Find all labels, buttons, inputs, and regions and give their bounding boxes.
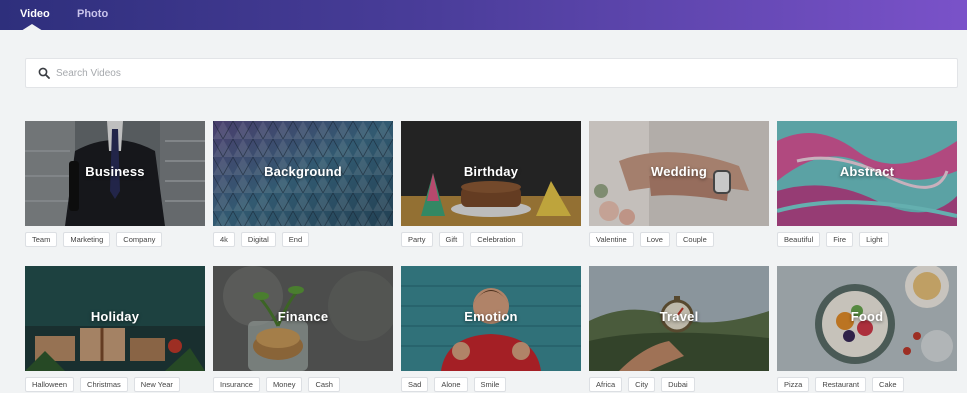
tag[interactable]: Party [401, 232, 433, 247]
category-image-emotion[interactable]: Emotion [401, 266, 581, 371]
category-title: Travel [659, 309, 699, 324]
category-card-holiday: Holiday Halloween Christmas New Year [25, 266, 205, 392]
category-card-finance: Finance Insurance Money Cash [213, 266, 393, 392]
tag-list: Beautiful Fire Light [777, 232, 890, 247]
category-title: Holiday [90, 309, 140, 324]
tag[interactable]: City [628, 377, 656, 392]
tag[interactable]: Couple [675, 232, 714, 247]
category-card-travel: Travel Africa City Dubai [589, 266, 769, 392]
tag[interactable]: Money [265, 377, 303, 392]
category-title: Emotion [464, 309, 518, 324]
top-navigation-bar: Video Photo [0, 0, 967, 31]
category-image-business[interactable]: Business [25, 121, 205, 226]
tag[interactable]: Fire [826, 232, 854, 247]
category-title: Abstract [839, 164, 895, 179]
tag[interactable]: Cash [308, 377, 340, 392]
search-bar [25, 58, 958, 88]
tag[interactable]: Cake [872, 377, 904, 392]
category-card-emotion: Emotion Sad Alone Smile [401, 266, 581, 392]
category-image-travel[interactable]: Travel [589, 266, 769, 371]
category-title: Food [850, 309, 884, 324]
tag[interactable]: Insurance [213, 377, 260, 392]
category-image-birthday[interactable]: Birthday [401, 121, 581, 226]
tag[interactable]: Light [859, 232, 890, 247]
tag[interactable]: End [281, 232, 310, 247]
category-image-background[interactable]: Background [213, 121, 393, 226]
tag[interactable]: Love [639, 232, 670, 247]
category-title: Finance [277, 309, 329, 324]
tag-list: Pizza Restaurant Cake [777, 377, 904, 392]
tag[interactable]: Smile [473, 377, 507, 392]
tag[interactable]: Digital [240, 232, 276, 247]
tag-list: Insurance Money Cash [213, 377, 340, 392]
category-card-business: Business Team Marketing Company [25, 121, 205, 247]
tag[interactable]: Pizza [777, 377, 810, 392]
tag-list: Africa City Dubai [589, 377, 695, 392]
category-image-holiday[interactable]: Holiday [25, 266, 205, 371]
tag-list: Team Marketing Company [25, 232, 163, 247]
tag-list: Valentine Love Couple [589, 232, 714, 247]
tag[interactable]: Dubai [661, 377, 695, 392]
category-card-wedding: Wedding Valentine Love Couple [589, 121, 769, 247]
search-icon [38, 67, 50, 79]
category-card-birthday: Birthday Party Gift Celebration [401, 121, 581, 247]
tag-list: Sad Alone Smile [401, 377, 507, 392]
category-image-finance[interactable]: Finance [213, 266, 393, 371]
tag[interactable]: Alone [434, 377, 468, 392]
tag-list: Party Gift Celebration [401, 232, 523, 247]
category-card-background: Background 4k Digital End [213, 121, 393, 247]
category-title: Birthday [463, 164, 519, 179]
category-title: Background [264, 164, 342, 179]
category-title: Wedding [650, 164, 708, 179]
tag[interactable]: Halloween [25, 377, 75, 392]
tag[interactable]: Africa [589, 377, 623, 392]
tag-list: Halloween Christmas New Year [25, 377, 180, 392]
search-input[interactable] [56, 59, 936, 87]
tag[interactable]: Restaurant [815, 377, 867, 392]
tag[interactable]: Celebration [470, 232, 523, 247]
tag[interactable]: Beautiful [777, 232, 821, 247]
tag[interactable]: Team [25, 232, 58, 247]
tag[interactable]: Christmas [80, 377, 128, 392]
tag[interactable]: Valentine [589, 232, 634, 247]
tag[interactable]: 4k [213, 232, 235, 247]
tag[interactable]: Company [116, 232, 163, 247]
tag[interactable]: Gift [438, 232, 465, 247]
active-tab-indicator [21, 24, 43, 31]
category-card-food: Food Pizza Restaurant Cake [777, 266, 957, 392]
category-card-abstract: Abstract Beautiful Fire Light [777, 121, 957, 247]
category-image-food[interactable]: Food [777, 266, 957, 371]
tab-photo[interactable]: Photo [77, 8, 108, 20]
tag[interactable]: New Year [133, 377, 180, 392]
category-image-abstract[interactable]: Abstract [777, 121, 957, 226]
tag[interactable]: Sad [401, 377, 429, 392]
tab-video[interactable]: Video [20, 8, 50, 20]
tag-list: 4k Digital End [213, 232, 310, 247]
category-image-wedding[interactable]: Wedding [589, 121, 769, 226]
category-title: Business [85, 164, 145, 179]
tag[interactable]: Marketing [63, 232, 111, 247]
